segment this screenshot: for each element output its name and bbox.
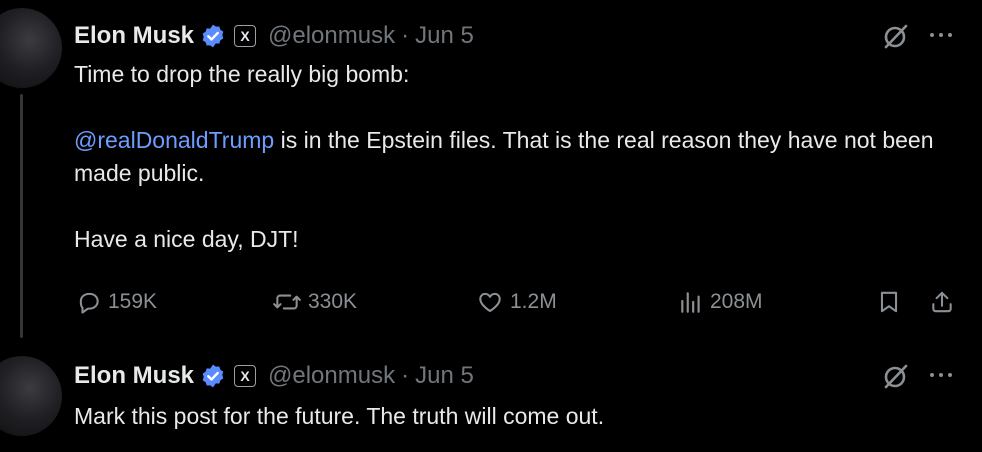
tweet-1[interactable]: Elon Musk X @elonmusk · Jun 5 Time to dr… — [0, 0, 982, 340]
mention-link[interactable]: @realDonaldTrump — [74, 127, 274, 153]
like-button[interactable]: 1.2M — [476, 282, 557, 322]
bookmark-button[interactable] — [876, 282, 902, 322]
share-button[interactable] — [928, 282, 956, 322]
tweet-text-line: Mark this post for the future. The truth… — [74, 403, 605, 429]
repost-icon — [273, 294, 301, 310]
tweet-2[interactable]: Elon Musk X @elonmusk · Jun 5 Mark this … — [0, 340, 982, 452]
reply-count: 159K — [108, 290, 158, 313]
tweet-text: Mark this post for the future. The truth… — [74, 400, 954, 433]
like-icon — [479, 292, 501, 313]
views-icon — [681, 292, 700, 313]
verified-badge-icon — [200, 23, 226, 49]
grok-icon[interactable] — [880, 360, 912, 392]
separator: · — [401, 22, 410, 49]
action-bar: 159K 330K 1.2M 208M — [0, 282, 982, 322]
affiliation-badge[interactable]: X — [234, 365, 257, 387]
avatar[interactable] — [0, 356, 62, 436]
reply-button[interactable]: 159K — [76, 282, 157, 322]
views-button[interactable]: 208M — [678, 282, 763, 322]
tweet-header: Elon Musk X @elonmusk · Jun 5 — [74, 358, 474, 394]
affiliation-badge[interactable]: X — [234, 25, 257, 47]
tweet-header: Elon Musk X @elonmusk · Jun 5 — [74, 18, 474, 54]
separator: · — [401, 362, 410, 389]
share-icon — [932, 291, 952, 313]
like-count: 1.2M — [510, 290, 557, 313]
avatar[interactable] — [0, 8, 62, 88]
tweet-text-line: Time to drop the really big bomb: — [74, 61, 410, 87]
post-date[interactable]: Jun 5 — [415, 22, 474, 50]
grok-icon[interactable] — [880, 20, 912, 52]
tweet-text-line: Have a nice day, DJT! — [74, 226, 299, 252]
more-dots-icon[interactable] — [930, 370, 954, 380]
verified-badge-icon — [200, 363, 226, 389]
reply-icon — [79, 292, 99, 314]
author-name[interactable]: Elon Musk — [74, 22, 194, 50]
tweet-text-paragraph: @realDonaldTrump is in the Epstein files… — [74, 124, 954, 190]
post-date[interactable]: Jun 5 — [415, 362, 474, 390]
tweet-text: Time to drop the really big bomb: @realD… — [74, 58, 954, 256]
bookmark-icon — [880, 291, 898, 313]
author-handle[interactable]: @elonmusk — [268, 22, 395, 50]
repost-button[interactable]: 330K — [272, 282, 357, 322]
views-count: 208M — [710, 290, 763, 313]
repost-count: 330K — [308, 290, 358, 313]
more-dots-icon[interactable] — [930, 30, 954, 40]
author-name[interactable]: Elon Musk — [74, 362, 194, 390]
author-handle[interactable]: @elonmusk — [268, 362, 395, 390]
